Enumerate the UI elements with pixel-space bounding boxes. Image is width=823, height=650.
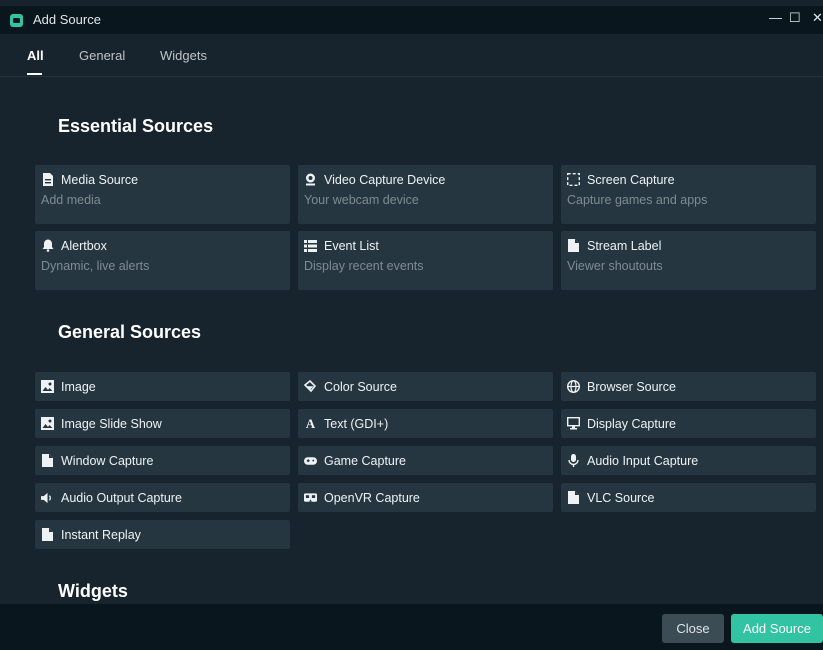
tab-bar: All General Widgets (0, 34, 823, 77)
source-card-alertbox[interactable]: Alertbox Dynamic, live alerts (35, 231, 290, 290)
add-source-button[interactable]: Add Source (731, 614, 823, 643)
gamepad-icon (304, 454, 317, 467)
source-card-video-capture-device[interactable]: Video Capture Device Your webcam device (298, 165, 553, 224)
source-card-vlc-source[interactable]: VLC Source (561, 483, 816, 512)
source-card-image[interactable]: Image (35, 372, 290, 401)
speaker-icon (41, 491, 54, 504)
source-card-screen-capture[interactable]: Screen Capture Capture games and apps (561, 165, 816, 224)
source-card-title: Event List (324, 239, 379, 253)
source-card-title: Display Capture (587, 417, 676, 431)
image-icon (41, 417, 54, 430)
source-card-title: Stream Label (587, 239, 662, 253)
image-icon (41, 380, 54, 393)
close-window-button[interactable]: ✕ (812, 10, 823, 26)
source-card-media-source[interactable]: Media Source Add media (35, 165, 290, 224)
tab-widgets[interactable]: Widgets (160, 48, 207, 63)
source-card-title: Color Source (324, 380, 397, 394)
text-icon: A (305, 415, 316, 431)
source-card-title: Image (61, 380, 96, 394)
source-card-image-slide-show[interactable]: Image Slide Show (35, 409, 290, 438)
active-tab-indicator (27, 73, 42, 75)
file-icon (567, 491, 580, 504)
source-card-audio-output-capture[interactable]: Audio Output Capture (35, 483, 290, 512)
source-card-title: Window Capture (61, 454, 154, 468)
source-card-instant-replay[interactable]: Instant Replay (35, 520, 290, 549)
source-card-description: Viewer shoutouts (567, 259, 663, 273)
title-bar: Add Source — ☐ ✕ (0, 6, 823, 34)
source-card-title: Audio Output Capture (61, 491, 182, 505)
close-button[interactable]: Close (662, 614, 724, 643)
source-card-title: Browser Source (587, 380, 676, 394)
source-card-description: Capture games and apps (567, 193, 708, 207)
globe-icon (567, 380, 580, 393)
source-card-title: Alertbox (61, 239, 107, 253)
source-card-title: Text (GDI+) (324, 417, 389, 431)
file-icon (41, 173, 54, 186)
minimize-button[interactable]: — (769, 10, 782, 25)
list-icon (304, 239, 317, 252)
source-card-title: Game Capture (324, 454, 406, 468)
source-card-title: Audio Input Capture (587, 454, 699, 468)
source-card-display-capture[interactable]: Display Capture (561, 409, 816, 438)
source-card-audio-input-capture[interactable]: Audio Input Capture (561, 446, 816, 475)
app-logo-icon (10, 14, 23, 27)
source-card-event-list[interactable]: Event List Display recent events (298, 231, 553, 290)
file-icon (41, 528, 54, 541)
source-card-title: Screen Capture (587, 173, 675, 187)
source-card-text-gdi[interactable]: A Text (GDI+) (298, 409, 553, 438)
source-card-stream-label[interactable]: Stream Label Viewer shoutouts (561, 231, 816, 290)
source-card-openvr-capture[interactable]: OpenVR Capture (298, 483, 553, 512)
source-card-window-capture[interactable]: Window Capture (35, 446, 290, 475)
source-card-title: Video Capture Device (324, 173, 446, 187)
tab-all[interactable]: All (27, 48, 44, 63)
essential-sources-heading: Essential Sources (58, 116, 214, 136)
file-icon (41, 454, 54, 467)
screen-capture-icon (567, 173, 580, 186)
source-card-description: Dynamic, live alerts (41, 259, 150, 273)
file-icon (567, 239, 580, 252)
maximize-button[interactable]: ☐ (789, 10, 801, 26)
source-card-title: VLC Source (587, 491, 655, 505)
source-card-description: Your webcam device (304, 193, 419, 207)
window-title: Add Source (33, 12, 101, 27)
dialog-footer: Close Add Source (0, 604, 823, 650)
source-card-description: Add media (41, 193, 101, 207)
source-card-title: OpenVR Capture (324, 491, 420, 505)
webcam-icon (304, 173, 317, 186)
source-card-description: Display recent events (304, 259, 424, 273)
source-card-title: Image Slide Show (61, 417, 162, 431)
paint-bucket-icon (304, 380, 317, 393)
vr-headset-icon (304, 491, 317, 504)
source-card-title: Instant Replay (61, 528, 141, 542)
source-card-browser-source[interactable]: Browser Source (561, 372, 816, 401)
monitor-icon (567, 417, 580, 430)
source-card-color-source[interactable]: Color Source (298, 372, 553, 401)
source-card-game-capture[interactable]: Game Capture (298, 446, 553, 475)
microphone-icon (567, 454, 580, 467)
widgets-heading: Widgets (58, 581, 128, 601)
tab-general[interactable]: General (79, 48, 125, 63)
general-sources-heading: General Sources (58, 322, 202, 342)
source-card-title: Media Source (61, 173, 139, 187)
bell-icon (41, 239, 54, 252)
